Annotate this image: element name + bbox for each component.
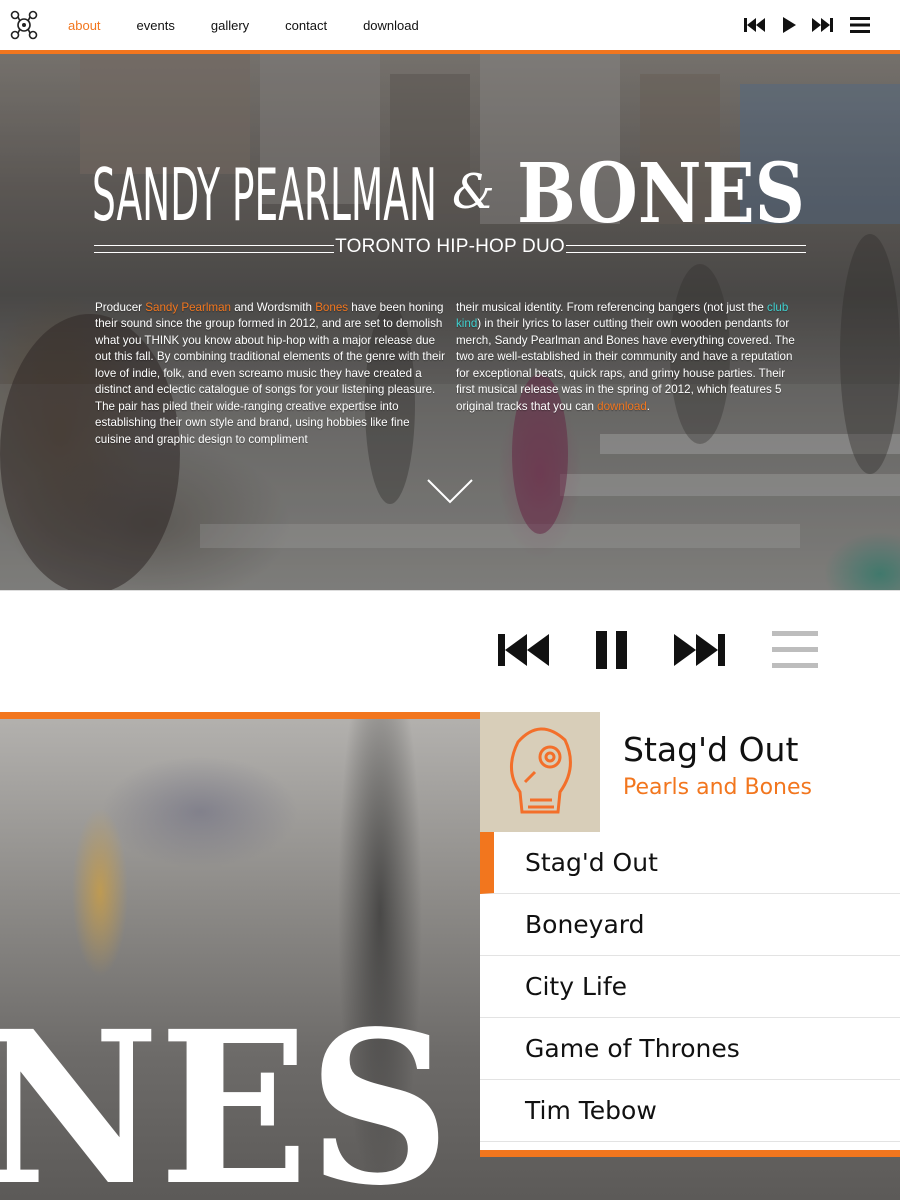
menu-icon[interactable]: [850, 17, 870, 33]
tagline-row: TORONTO HIP-HOP DUO: [94, 236, 806, 258]
nav-links: about events gallery contact download: [68, 0, 455, 50]
title-bones: BONES: [517, 146, 805, 234]
inline-link[interactable]: download: [597, 400, 647, 413]
inline-link[interactable]: Bones: [315, 301, 348, 314]
bones-background-text: NES: [0, 985, 450, 1200]
about-text-segment: and Wordsmith: [230, 300, 316, 314]
about-text-segment: have been honing their sound since the g…: [95, 300, 445, 446]
player-controls-bar: [0, 590, 900, 713]
pause-icon[interactable]: [596, 631, 628, 669]
title-sandy-pearlman: SANDY PEARLMAN: [92, 153, 437, 234]
playlist-icon[interactable]: [772, 631, 818, 669]
about-text-segment: .: [646, 399, 651, 413]
nav-link-contact[interactable]: contact: [285, 18, 327, 33]
big-player-controls: [498, 631, 864, 669]
track-item[interactable]: Boneyard: [480, 894, 900, 956]
tagline: TORONTO HIP-HOP DUO: [335, 236, 565, 257]
chevron-down-icon[interactable]: [426, 478, 474, 504]
track-label: City Life: [525, 972, 628, 1001]
track-label: Tim Tebow: [525, 1096, 657, 1125]
title-ampersand: &: [452, 164, 495, 220]
next-icon[interactable]: [674, 632, 726, 668]
nav-link-about[interactable]: about: [68, 18, 101, 33]
hero-section: SANDY PEARLMAN & BONES TORONTO HIP-HOP D…: [0, 54, 900, 590]
album-art: [480, 712, 600, 832]
inline-link[interactable]: Sandy Pearlman: [145, 301, 231, 314]
track-item[interactable]: Tim Tebow: [480, 1080, 900, 1142]
track-label: Game of Thrones: [525, 1034, 740, 1063]
track-list: Stag'd Out Boneyard City Life Game of Th…: [480, 832, 900, 1142]
previous-icon[interactable]: [498, 632, 550, 668]
bone-logo-icon[interactable]: [8, 9, 40, 41]
previous-icon[interactable]: [744, 17, 766, 33]
about-text-segment: their musical identity. From referencing…: [456, 300, 768, 314]
svg-text:NES: NES: [0, 985, 450, 1200]
accent-bar: [0, 712, 480, 719]
now-playing-artist: Pearls and Bones: [623, 775, 812, 800]
nav-link-events[interactable]: events: [137, 18, 175, 33]
about-text-left: Producer Sandy Pearlman and Wordsmith Bo…: [95, 300, 445, 449]
play-icon[interactable]: [782, 17, 796, 33]
track-label: Boneyard: [525, 910, 645, 939]
about-text-right: their musical identity. From referencing…: [456, 300, 806, 416]
lower-section: NES Stag'd Out Pearls and Bones Stag'd O…: [0, 712, 900, 1200]
track-label: Stag'd Out: [525, 848, 658, 877]
nav-link-download[interactable]: download: [363, 18, 419, 33]
about-text-segment: Producer: [95, 300, 146, 314]
about-text-segment: ) in their lyrics to laser cutting their…: [456, 317, 795, 413]
top-nav: about events gallery contact download: [0, 0, 900, 54]
next-icon[interactable]: [812, 17, 834, 33]
track-item[interactable]: Game of Thrones: [480, 1018, 900, 1080]
now-playing-title: Stag'd Out: [623, 730, 799, 769]
band-title: SANDY PEARLMAN & BONES: [92, 146, 805, 234]
nav-link-gallery[interactable]: gallery: [211, 18, 249, 33]
track-panel: Stag'd Out Pearls and Bones Stag'd Out B…: [480, 712, 900, 1157]
track-item[interactable]: Stag'd Out: [480, 832, 900, 894]
track-item[interactable]: City Life: [480, 956, 900, 1018]
nav-player-controls: [744, 14, 870, 36]
